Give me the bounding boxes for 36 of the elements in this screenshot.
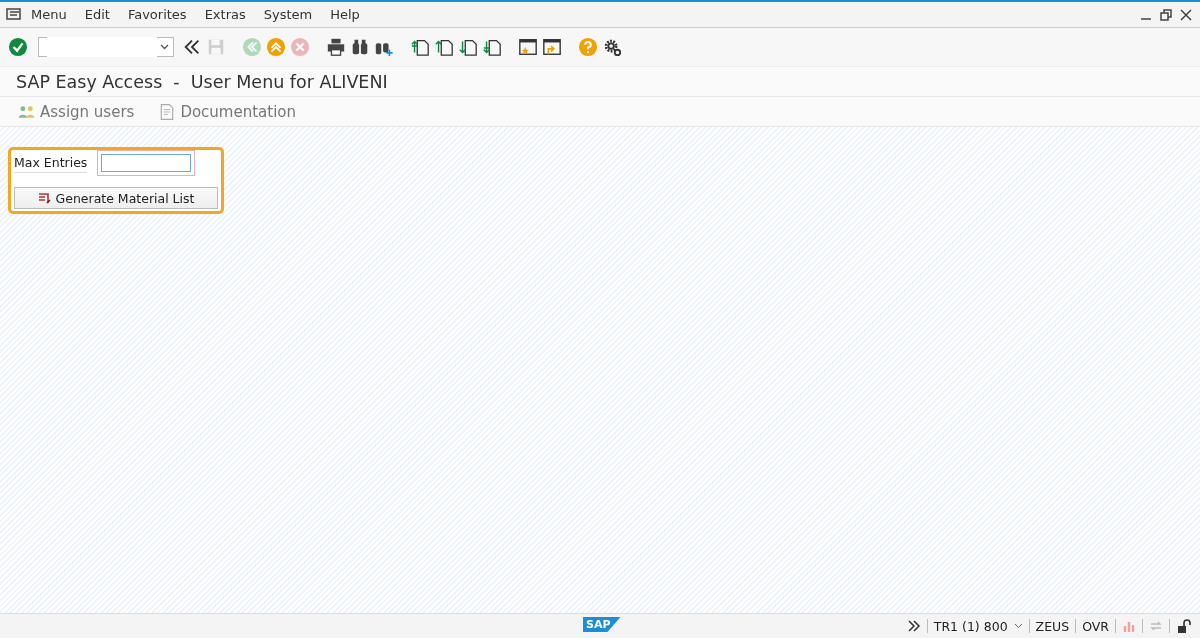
padlock-icon[interactable] xyxy=(1176,618,1192,634)
enter-icon[interactable] xyxy=(8,37,28,57)
transfer-icon xyxy=(1149,619,1163,633)
command-field[interactable] xyxy=(38,37,174,57)
menu-item[interactable]: System xyxy=(254,7,322,22)
generate-material-list-button[interactable]: Generate Material List xyxy=(14,187,218,209)
menu-item[interactable]: Favorites xyxy=(118,7,196,22)
menu-item[interactable]: Menu xyxy=(22,7,76,22)
list-icon xyxy=(37,191,52,205)
menu-item[interactable]: Help xyxy=(321,7,369,22)
screen-title: SAP Easy Access - User Menu for ALIVENI xyxy=(16,71,388,92)
gear-icon[interactable] xyxy=(602,37,622,57)
close-icon[interactable] xyxy=(1180,8,1192,21)
binoculars-icon[interactable] xyxy=(350,37,370,57)
server-name: ZEUS xyxy=(1035,618,1070,634)
menu-item[interactable]: Extras xyxy=(195,7,255,22)
menu-item[interactable]: Edit xyxy=(75,7,119,22)
menu-icon[interactable] xyxy=(6,7,22,22)
chart-icon xyxy=(1122,619,1136,633)
documentation-button[interactable]: Documentation xyxy=(158,102,297,121)
sap-logo: SAP xyxy=(583,617,621,632)
max-entries-label: Max Entries xyxy=(14,153,88,173)
dropdown-caret-icon[interactable] xyxy=(1013,623,1023,629)
assign-users-button[interactable]: Assign users xyxy=(18,102,135,121)
insert-mode[interactable]: OVR xyxy=(1082,618,1109,634)
page-down-icon[interactable] xyxy=(458,37,478,57)
double-chevron-icon[interactable] xyxy=(182,37,202,57)
dropdown-caret-icon[interactable] xyxy=(160,44,169,50)
page-bottom-icon[interactable] xyxy=(482,37,502,57)
page-top-icon[interactable] xyxy=(410,37,430,57)
printer-icon[interactable] xyxy=(326,37,346,57)
max-entries-field[interactable] xyxy=(101,154,192,172)
restore-icon[interactable] xyxy=(1160,8,1172,21)
system-info[interactable]: TR1 (1) 800 xyxy=(933,618,1008,634)
page-up-icon[interactable] xyxy=(434,37,454,57)
double-chevron-icon[interactable] xyxy=(906,620,921,632)
